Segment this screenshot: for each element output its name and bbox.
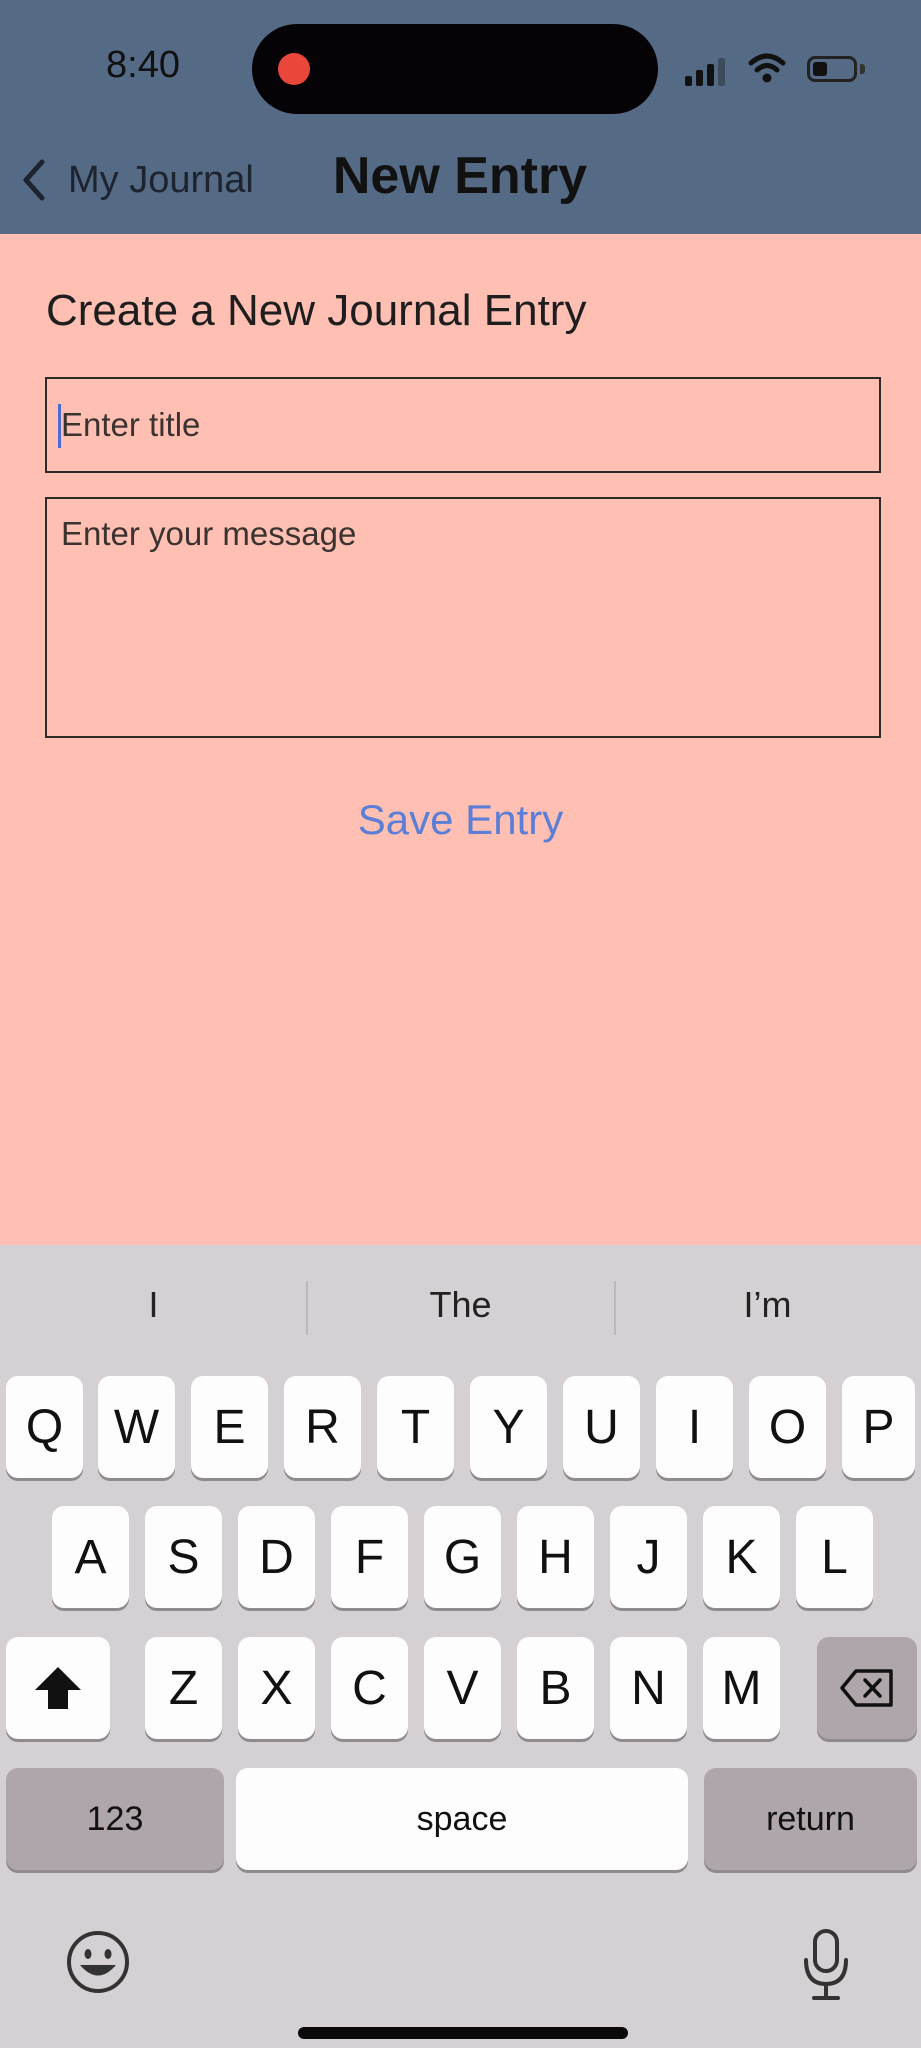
return-key[interactable]: return [704, 1768, 917, 1870]
battery-icon [807, 56, 857, 82]
key-e[interactable]: E [191, 1376, 268, 1478]
recording-indicator-icon [278, 53, 310, 85]
key-o[interactable]: O [749, 1376, 826, 1478]
key-d[interactable]: D [238, 1506, 315, 1608]
key-r[interactable]: R [284, 1376, 361, 1478]
shift-icon [35, 1667, 81, 1709]
key-x[interactable]: X [238, 1637, 315, 1739]
key-b[interactable]: B [517, 1637, 594, 1739]
backspace-icon [840, 1669, 893, 1707]
status-time: 8:40 [106, 44, 180, 86]
key-y[interactable]: Y [470, 1376, 547, 1478]
key-j[interactable]: J [610, 1506, 687, 1608]
predictive-text-bar: I The I’m [0, 1273, 921, 1337]
key-k[interactable]: K [703, 1506, 780, 1608]
key-w[interactable]: W [98, 1376, 175, 1478]
page-title: New Entry [332, 147, 588, 205]
key-i[interactable]: I [656, 1376, 733, 1478]
key-h[interactable]: H [517, 1506, 594, 1608]
dynamic-island [252, 24, 658, 114]
key-g[interactable]: G [424, 1506, 501, 1608]
form-heading: Create a New Journal Entry [46, 286, 587, 335]
key-l[interactable]: L [796, 1506, 873, 1608]
delete-key[interactable] [817, 1637, 917, 1739]
key-c[interactable]: C [331, 1637, 408, 1739]
suggestion-1[interactable]: I [0, 1273, 307, 1337]
title-input[interactable] [45, 377, 881, 473]
key-a[interactable]: A [52, 1506, 129, 1608]
back-button[interactable]: My Journal [18, 150, 254, 210]
key-n[interactable]: N [610, 1637, 687, 1739]
space-key[interactable]: space [236, 1768, 688, 1870]
navigation-header: 8:40 My Journal New Entry [0, 0, 921, 234]
text-cursor [58, 404, 61, 448]
key-z[interactable]: Z [145, 1637, 222, 1739]
back-button-label: My Journal [68, 158, 254, 201]
home-indicator[interactable] [298, 2027, 628, 2039]
key-t[interactable]: T [377, 1376, 454, 1478]
new-entry-screen: 8:40 My Journal New Entry Create a New J… [0, 0, 921, 2048]
shift-key[interactable] [6, 1637, 110, 1739]
key-u[interactable]: U [563, 1376, 640, 1478]
chevron-left-icon [23, 159, 45, 201]
message-input[interactable] [45, 497, 881, 738]
suggestion-3[interactable]: I’m [614, 1273, 921, 1337]
key-f[interactable]: F [331, 1506, 408, 1608]
status-icons [685, 52, 865, 86]
emoji-icon[interactable] [66, 1930, 130, 1994]
key-m[interactable]: M [703, 1637, 780, 1739]
key-q[interactable]: Q [6, 1376, 83, 1478]
suggestion-2[interactable]: The [307, 1273, 614, 1337]
numbers-key[interactable]: 123 [6, 1768, 224, 1870]
key-s[interactable]: S [145, 1506, 222, 1608]
key-v[interactable]: V [424, 1637, 501, 1739]
save-entry-button[interactable]: Save Entry [0, 796, 921, 844]
wifi-icon [748, 53, 786, 83]
microphone-icon[interactable] [800, 1928, 852, 2002]
key-p[interactable]: P [842, 1376, 915, 1478]
